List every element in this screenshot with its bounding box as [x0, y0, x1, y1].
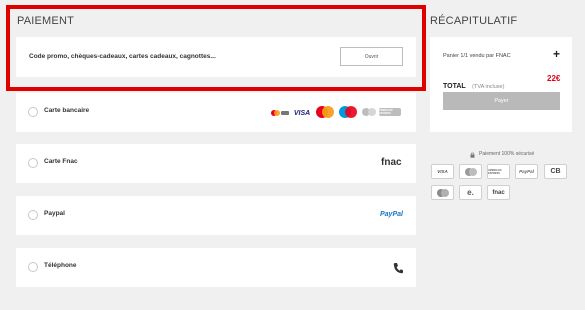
paypal-logo-icon: PayPal: [380, 211, 403, 218]
radio-fnac[interactable]: [28, 158, 38, 168]
cb-logo-icon: [270, 109, 290, 117]
paypal-tile-icon: PayPal: [515, 164, 538, 179]
pay-button[interactable]: Payer: [443, 92, 560, 110]
option-label-fnac: Carte Fnac: [44, 158, 78, 165]
maestro-logo-icon: [337, 105, 359, 119]
option-label-paypal: Paypal: [44, 210, 65, 217]
visa-logo-icon: VISA: [293, 109, 311, 117]
mastercard-tile-icon: [459, 164, 482, 179]
cb-tile-icon: CB: [544, 164, 567, 179]
amex-logo-icon: AMERICAN EXPRESS: [379, 108, 401, 116]
option-label-card: Carte bancaire: [44, 107, 90, 114]
phone-icon: [393, 261, 403, 279]
expand-cart-button[interactable]: +: [553, 47, 560, 61]
e-card-tile-icon: e.: [459, 185, 482, 200]
total-label: TOTAL: [443, 83, 466, 90]
radio-phone[interactable]: [28, 262, 38, 272]
summary-card: Panier 1/1 vendu par FNAC + TOTAL (TVA i…: [430, 37, 572, 132]
mastercard-logo-icon: [314, 105, 336, 119]
payment-option-card[interactable]: Carte bancaire VISA AMERICAN EXPRESS: [16, 93, 416, 132]
cart-line: Panier 1/1 vendu par FNAC: [443, 53, 511, 59]
option-label-phone: Téléphone: [44, 262, 77, 269]
fnac-tile-icon: fnac: [487, 185, 510, 200]
radio-card[interactable]: [28, 107, 38, 117]
generic-card-logo-icon: [361, 107, 377, 117]
highlight-box: [6, 5, 426, 91]
fnac-logo-icon: fnac: [381, 157, 402, 168]
maestro-tile-icon: [431, 185, 454, 200]
summary-title: RÉCAPITULATIF: [430, 15, 518, 27]
lock-icon: [470, 145, 475, 163]
secure-payment: Paiement 100% sécurisé: [470, 145, 534, 163]
total-value: 22€: [547, 74, 561, 83]
secure-text: Paiement 100% sécurisé: [479, 151, 535, 157]
radio-paypal[interactable]: [28, 210, 38, 220]
payment-option-paypal[interactable]: Paypal PayPal: [16, 196, 416, 235]
visa-tile-icon: VISA: [431, 164, 454, 179]
payment-option-phone[interactable]: Téléphone: [16, 248, 416, 287]
amex-tile-icon: AMERICAN EXPRESS: [487, 164, 510, 179]
total-note: (TVA incluse): [472, 84, 505, 90]
payment-option-fnac[interactable]: Carte Fnac fnac: [16, 144, 416, 183]
total-row: TOTAL (TVA incluse): [443, 75, 504, 93]
